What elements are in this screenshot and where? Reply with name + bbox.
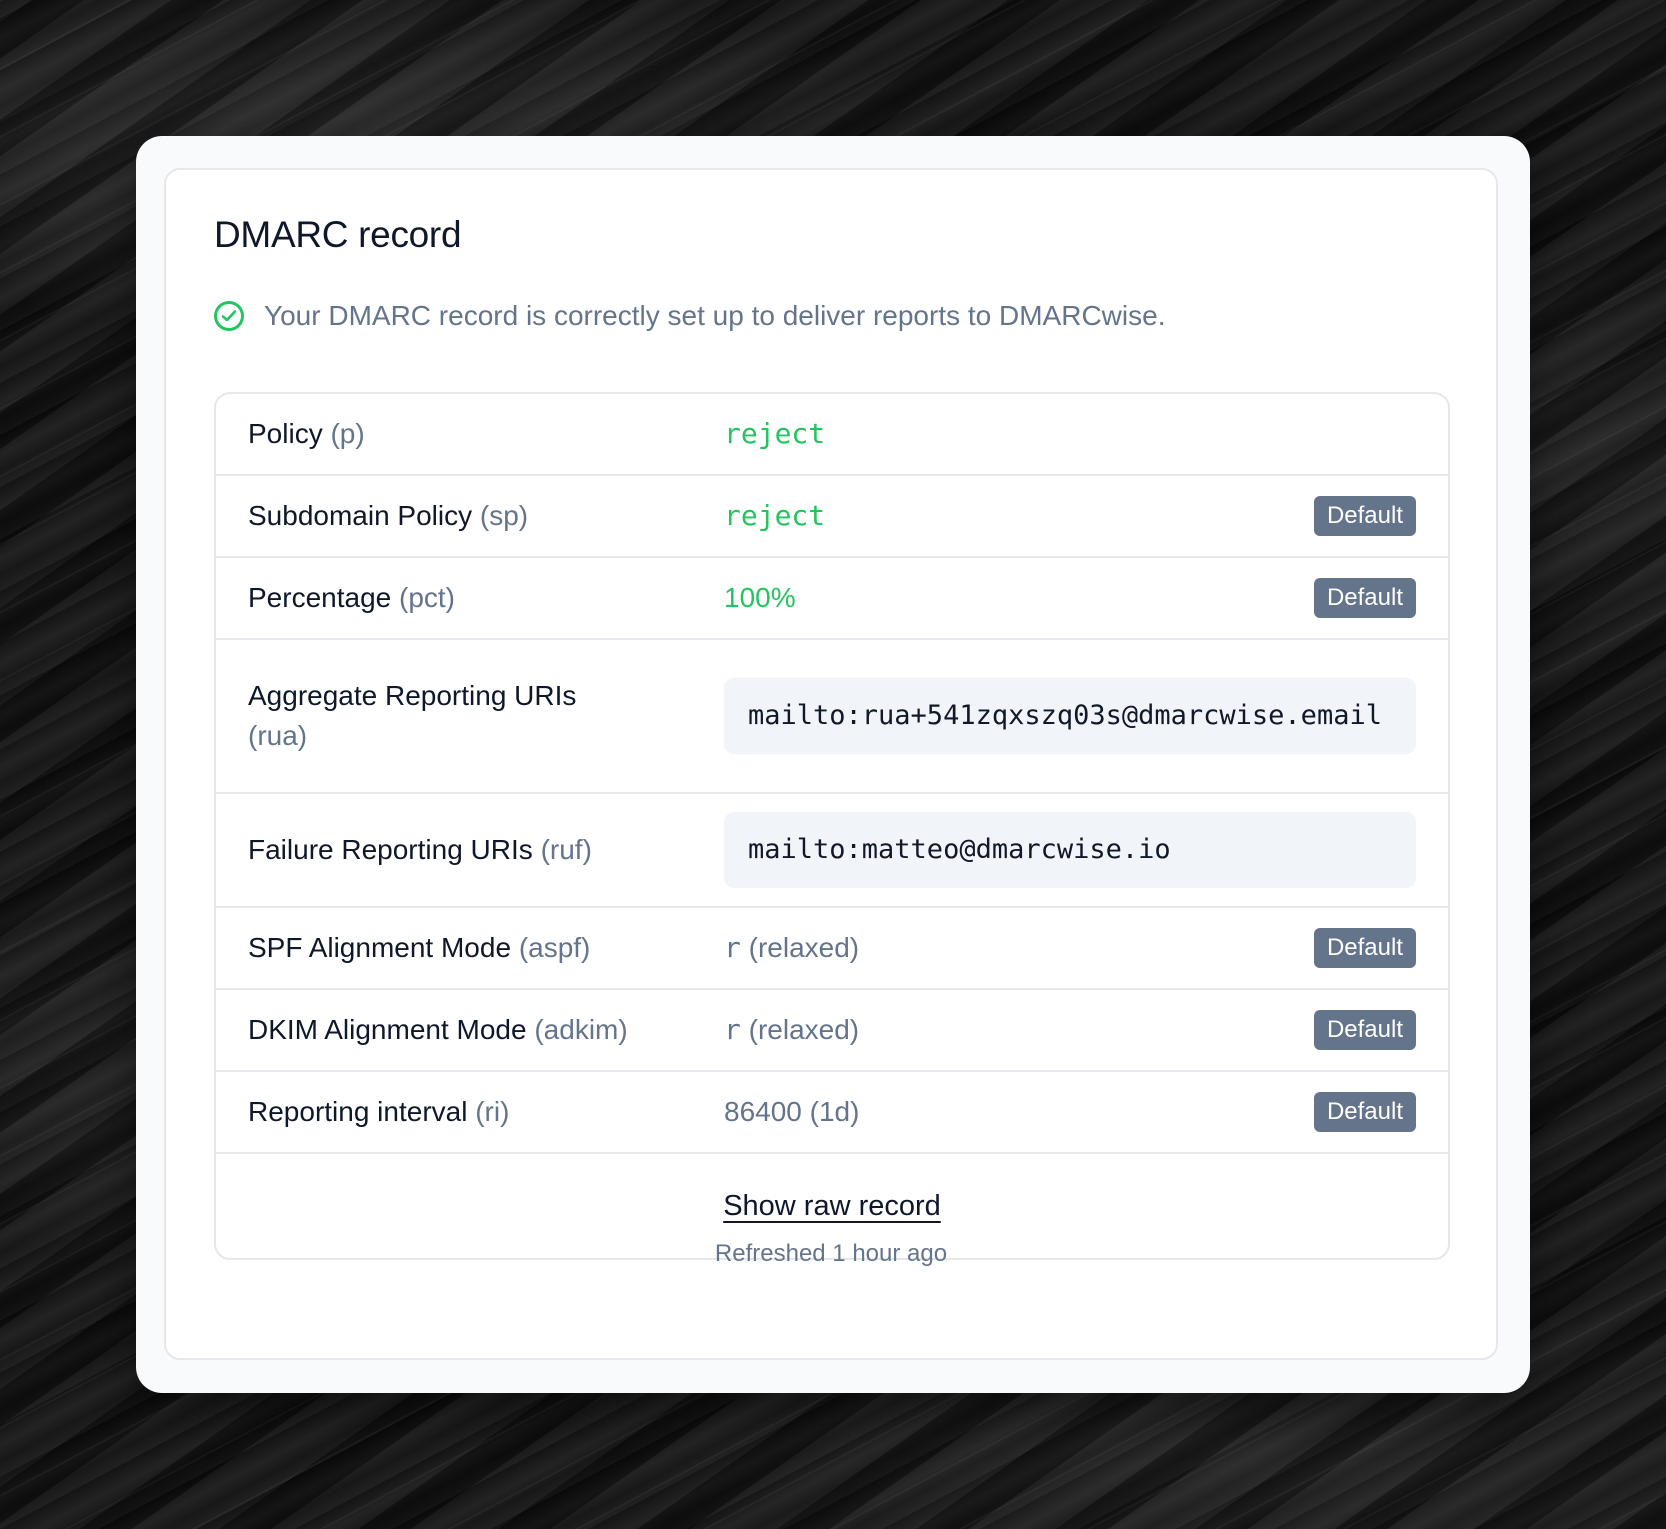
tag-name: DKIM Alignment Mode — [248, 1014, 527, 1045]
default-badge: Default — [1313, 928, 1416, 968]
tag-name: Aggregate Reporting URIs — [248, 680, 577, 711]
rua-value[interactable]: mailto:rua+541zqxszq03s@dmarcwise.email — [724, 678, 1416, 754]
row-label: Subdomain Policy (sp) — [248, 496, 724, 536]
dmarc-card: DMARC record Your DMARC record is correc… — [164, 168, 1498, 1360]
refreshed-timestamp: Refreshed 1 hour ago — [714, 1240, 948, 1267]
tag-name: Reporting interval — [248, 1096, 468, 1127]
check-circle-icon — [214, 301, 244, 331]
table-row-ruf: Failure Reporting URIs (ruf) mailto:matt… — [216, 794, 1448, 908]
tag-code: (sp) — [479, 500, 529, 531]
tag-name: Subdomain Policy — [248, 500, 473, 531]
tag-name: SPF Alignment Mode — [248, 932, 512, 963]
tag-code: (aspf) — [518, 932, 591, 963]
row-label: DKIM Alignment Mode (adkim) — [248, 1010, 724, 1050]
table-row-subdomain-policy: Subdomain Policy (sp) reject Default — [216, 476, 1448, 558]
table-row-adkim: DKIM Alignment Mode (adkim) r (relaxed) … — [216, 990, 1448, 1072]
default-badge: Default — [1313, 496, 1416, 536]
table-row-reporting-interval: Reporting interval (ri) 86400 (1d) Defau… — [216, 1072, 1448, 1154]
status-text: Your DMARC record is correctly set up to… — [264, 300, 1166, 331]
default-badge: Default — [1313, 1010, 1416, 1050]
value-description: (relaxed) — [748, 932, 860, 963]
policy-value: reject — [724, 417, 826, 450]
adkim-value: r (relaxed) — [724, 1010, 1314, 1050]
percentage-value: 100% — [724, 582, 796, 613]
value-code: r — [724, 1013, 741, 1046]
status-message: Your DMARC record is correctly set up to… — [214, 300, 1165, 332]
table-row-rua: Aggregate Reporting URIs (rua) mailto:ru… — [216, 640, 1448, 794]
row-label: Aggregate Reporting URIs (rua) — [248, 676, 724, 756]
value-code: r — [724, 931, 741, 964]
reporting-interval-value: 86400 (1d) — [724, 1096, 860, 1127]
row-label: Reporting interval (ri) — [248, 1092, 724, 1132]
tag-code: (rua) — [248, 720, 308, 751]
dmarc-tags-table: Policy (p) reject Subdomain Policy (sp) … — [214, 392, 1450, 1260]
table-row-policy: Policy (p) reject — [216, 394, 1448, 476]
tag-name: Policy — [248, 418, 323, 449]
table-row-percentage: Percentage (pct) 100% Default — [216, 558, 1448, 640]
row-label: SPF Alignment Mode (aspf) — [248, 928, 724, 968]
dmarc-card-frame: DMARC record Your DMARC record is correc… — [136, 136, 1530, 1393]
row-label: Policy (p) — [248, 414, 724, 454]
ruf-value[interactable]: mailto:matteo@dmarcwise.io — [724, 812, 1416, 888]
tag-code: (ri) — [475, 1096, 510, 1127]
tag-name: Percentage — [248, 582, 392, 613]
row-label: Percentage (pct) — [248, 578, 724, 618]
tag-code: (ruf) — [540, 834, 592, 865]
show-raw-record-link[interactable]: Show raw record — [723, 1190, 941, 1223]
tag-code: (adkim) — [534, 1014, 628, 1045]
subdomain-policy-value: reject — [724, 499, 826, 532]
default-badge: Default — [1313, 1092, 1416, 1132]
tag-code: (pct) — [399, 582, 455, 613]
default-badge: Default — [1313, 578, 1416, 618]
card-title: DMARC record — [214, 214, 462, 255]
aspf-value: r (relaxed) — [724, 928, 1314, 968]
tag-code: (p) — [330, 418, 365, 449]
table-row-aspf: SPF Alignment Mode (aspf) r (relaxed) De… — [216, 908, 1448, 990]
tag-name: Failure Reporting URIs — [248, 834, 533, 865]
row-label: Failure Reporting URIs (ruf) — [248, 830, 724, 870]
value-description: (relaxed) — [748, 1014, 860, 1045]
